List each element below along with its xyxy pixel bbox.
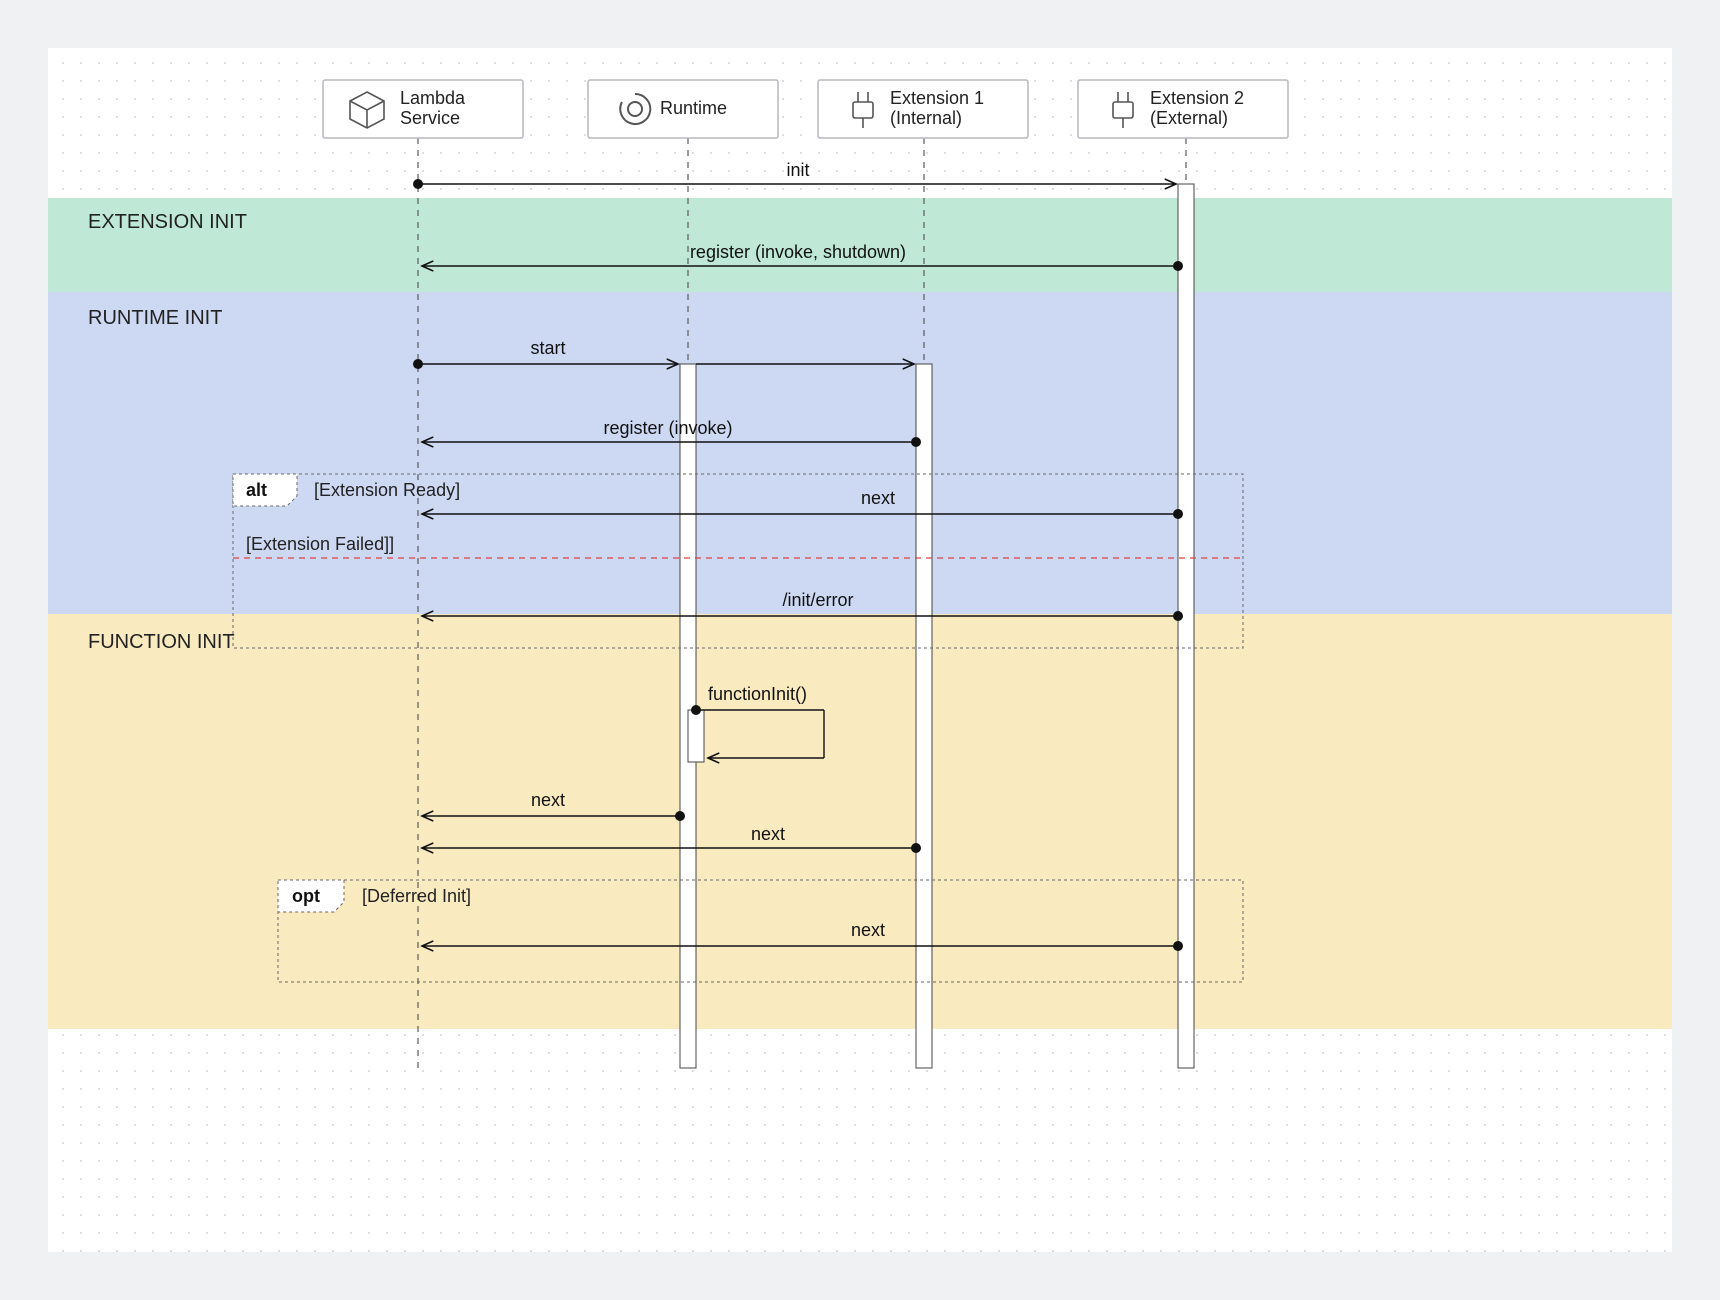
- svg-text:init: init: [786, 160, 809, 180]
- sequence-diagram-svg: EXTENSION INIT RUNTIME INIT FUNCTION INI…: [48, 48, 1672, 1252]
- svg-text:start: start: [530, 338, 565, 358]
- phase-band-runtime-init: [48, 292, 1672, 614]
- actor-lambda-service: Lambda Service: [323, 80, 523, 138]
- svg-text:functionInit(): functionInit(): [708, 684, 807, 704]
- actor-label-2: (External): [1150, 108, 1228, 128]
- actor-extension-1: Extension 1 (Internal): [818, 80, 1028, 138]
- actor-label-1: Runtime: [660, 98, 727, 118]
- svg-text:next: next: [851, 920, 885, 940]
- phase-band-function-init: [48, 614, 1672, 1029]
- svg-text:next: next: [751, 824, 785, 844]
- activation-runtime-functioninit: [688, 710, 704, 762]
- opt-guard: [Deferred Init]: [362, 886, 471, 906]
- activation-extension2: [1178, 184, 1194, 1068]
- alt-guard-ready: [Extension Ready]: [314, 480, 460, 500]
- opt-label: opt: [292, 886, 320, 906]
- phase-label-extension-init: EXTENSION INIT: [88, 211, 247, 233]
- alt-guard-failed: [Extension Failed]]: [246, 534, 394, 554]
- actor-label-2: Service: [400, 108, 460, 128]
- actor-label-1: Extension 1: [890, 88, 984, 108]
- phase-label-runtime-init: RUNTIME INIT: [88, 307, 222, 329]
- svg-text:/init/error: /init/error: [782, 590, 853, 610]
- actor-extension-2: Extension 2 (External): [1078, 80, 1288, 138]
- msg-init: init: [413, 160, 1176, 189]
- svg-text:register (invoke): register (invoke): [603, 418, 732, 438]
- activation-extension1: [916, 364, 932, 1068]
- phase-label-function-init: FUNCTION INIT: [88, 631, 235, 653]
- actor-label-1: Extension 2: [1150, 88, 1244, 108]
- svg-text:next: next: [531, 790, 565, 810]
- actor-label-1: Lambda: [400, 88, 466, 108]
- alt-label: alt: [246, 480, 267, 500]
- actor-runtime: Runtime: [588, 80, 778, 138]
- diagram-canvas: EXTENSION INIT RUNTIME INIT FUNCTION INI…: [48, 48, 1672, 1252]
- svg-text:register (invoke, shutdown): register (invoke, shutdown): [690, 242, 906, 262]
- svg-text:next: next: [861, 488, 895, 508]
- actor-label-2: (Internal): [890, 108, 962, 128]
- diagram-stage: EXTENSION INIT RUNTIME INIT FUNCTION INI…: [0, 0, 1720, 1300]
